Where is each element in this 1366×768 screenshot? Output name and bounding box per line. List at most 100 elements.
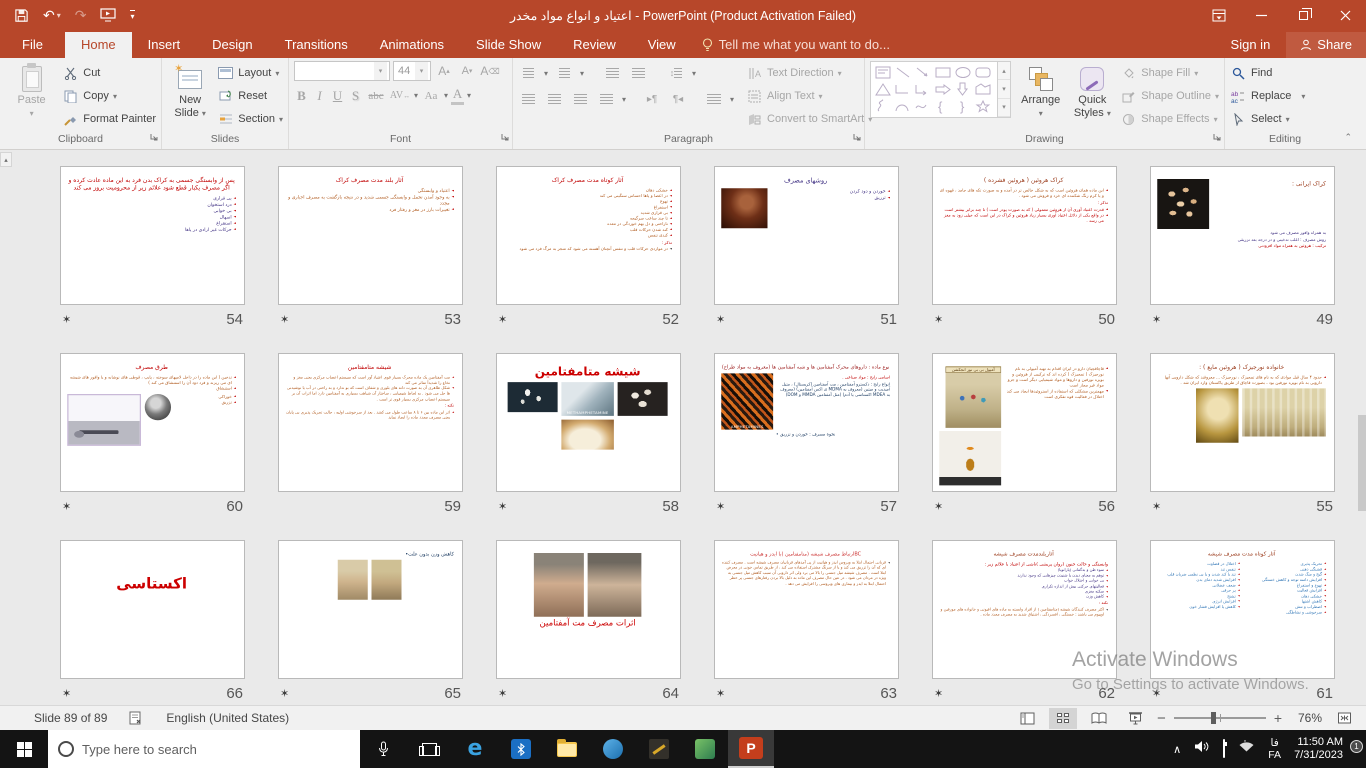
save-icon[interactable] <box>14 8 29 23</box>
tab-home[interactable]: Home <box>65 32 132 58</box>
start-slideshow-icon[interactable] <box>100 8 116 22</box>
slide-number: 53 <box>444 311 461 328</box>
task-view-button[interactable] <box>406 730 452 768</box>
ribbon-display-options-icon[interactable] <box>1198 0 1240 30</box>
slide-cell-51: روشهای مصرف◄خوردن و دود کردن◄تزریق✶51 <box>714 166 899 328</box>
slide-thumbnail-62[interactable]: آثاربلندمدت مصرف شیشهوابستگی و حالت جنون… <box>932 540 1117 679</box>
fit-slide-to-window-button[interactable] <box>1330 708 1358 729</box>
dictation-button[interactable] <box>360 730 406 768</box>
slide-thumbnail-56[interactable]: ◄قاچاقچیان دارو در ایران اقدام به تهیه آ… <box>932 353 1117 492</box>
tab-transitions[interactable]: Transitions <box>269 32 364 58</box>
find-button[interactable]: Find <box>1230 63 1305 83</box>
slide-thumbnail-61[interactable]: آثار کوتاه مدت مصرف شیشه◄تحریک پذیری◄قشن… <box>1150 540 1335 679</box>
tray-chevron-icon[interactable]: ∧ <box>1173 743 1181 756</box>
slide-thumbnail-54[interactable]: پس از وابستگی جسمی به کراک بدن فرد به ای… <box>60 166 245 305</box>
minimize-button[interactable] <box>1240 0 1282 30</box>
copy-button[interactable]: Copy▾ <box>62 86 156 106</box>
layout-button[interactable]: Layout▾ <box>217 63 283 83</box>
slide-media-row: METHAMPHETAMINE <box>503 382 672 450</box>
tab-animations[interactable]: Animations <box>364 32 460 58</box>
tab-insert[interactable]: Insert <box>132 32 197 58</box>
shapes-scroll-up-icon[interactable]: ▴ <box>998 62 1010 80</box>
share-button[interactable]: Share <box>1286 32 1366 58</box>
language-indicator[interactable]: English (United States) <box>166 711 289 725</box>
slide-thumbnail-59[interactable]: شیشه متامفتامین◄مت آمفتامین یک ماده محرک… <box>278 353 463 492</box>
format-painter-button[interactable]: Format Painter <box>62 109 156 129</box>
vertical-scrollbar-thumb[interactable] <box>1358 415 1366 511</box>
taskbar-app-2-button[interactable] <box>636 730 682 768</box>
sign-in-link[interactable]: Sign in <box>1219 32 1283 58</box>
zoom-level[interactable]: 76% <box>1290 711 1322 725</box>
slide-thumbnail-66[interactable]: اکستاسی <box>60 540 245 679</box>
new-slide-button[interactable]: New Slide ▾ <box>167 61 213 120</box>
section-button[interactable]: Section▾ <box>217 109 283 129</box>
slide-thumbnail-55[interactable]: خانواده نورجیزک ( هروئین مایع ) :◄حدود ۴… <box>1150 353 1335 492</box>
search-input[interactable] <box>82 742 312 757</box>
slide-media-row: کراک ایرانی : <box>1157 179 1326 229</box>
slide-sorter-view-button[interactable] <box>1049 708 1077 729</box>
tab-view[interactable]: View <box>632 32 692 58</box>
taskbar-search-box[interactable] <box>48 730 360 768</box>
slide-thumbnail-64[interactable]: اثرات مصرف مت آمفتامین <box>496 540 681 679</box>
slide-thumbnail-58[interactable]: شیشه متامفتامینMETHAMPHETAMINE <box>496 353 681 492</box>
tab-design[interactable]: Design <box>196 32 268 58</box>
taskbar-powerpoint-button[interactable]: P <box>728 730 774 768</box>
replace-button[interactable]: abac Replace▾ <box>1230 86 1305 106</box>
clock[interactable]: 11:50 AM 7/31/2023 <box>1294 736 1343 762</box>
volume-icon[interactable] <box>1194 740 1210 758</box>
tab-file[interactable]: File <box>0 32 65 58</box>
zoom-in-button[interactable]: + <box>1274 710 1282 726</box>
customize-qat-icon[interactable]: ▾ <box>130 10 134 21</box>
taskbar-file-explorer-button[interactable] <box>544 730 590 768</box>
slide-thumbnail-65[interactable]: کاهش وزن بدون علت• <box>278 540 463 679</box>
slide-text: تذکر : <box>939 200 1108 205</box>
zoom-slider[interactable] <box>1174 717 1266 719</box>
tab-slide-show[interactable]: Slide Show <box>460 32 557 58</box>
collapse-ribbon-icon[interactable]: ⌃ <box>1344 132 1352 143</box>
select-button[interactable]: Select▾ <box>1230 109 1305 129</box>
slide-thumbnail-60[interactable]: طرق مصرف◄تدخین ( این ماده را در داخل لام… <box>60 353 245 492</box>
shapes-scroll-down-icon[interactable]: ▾ <box>998 80 1010 98</box>
language-switcher[interactable]: فا FA <box>1268 737 1281 761</box>
slide-thumbnail-53[interactable]: آثار بلند مدت مصرف کراک◄اعتیاد و وابستگی… <box>278 166 463 305</box>
quick-styles-icon <box>1080 67 1104 91</box>
shapes-gallery[interactable]: {} <box>870 61 998 118</box>
slide-show-view-button[interactable] <box>1121 708 1149 729</box>
battery-icon[interactable] <box>1223 740 1225 758</box>
cut-button[interactable]: Cut <box>62 63 156 83</box>
slide-thumbnail-49[interactable]: کراک ایرانی :به همراه وافور مصرف می شودر… <box>1150 166 1335 305</box>
drawing-dialog-launcher-icon[interactable] <box>1213 131 1221 146</box>
normal-view-button[interactable] <box>1013 708 1041 729</box>
taskbar-app-1-button[interactable] <box>590 730 636 768</box>
taskbar-app-3-button[interactable] <box>682 730 728 768</box>
font-dialog-launcher-icon[interactable] <box>501 131 509 146</box>
slide-thumbnail-50[interactable]: کراک هروئین ( هروئین فشرده )◄این ماده هم… <box>932 166 1117 305</box>
tab-review[interactable]: Review <box>557 32 632 58</box>
restore-button[interactable] <box>1282 0 1324 30</box>
undo-icon[interactable]: ↶▾ <box>43 7 61 24</box>
quick-styles-button[interactable]: Quick Styles ▾ <box>1070 61 1114 120</box>
shapes-more-icon[interactable]: ▾ <box>998 99 1010 117</box>
layout-icon <box>218 67 233 79</box>
reset-button[interactable]: Reset <box>217 86 283 106</box>
wifi-icon[interactable]: * <box>1238 740 1255 758</box>
paragraph-dialog-launcher-icon[interactable] <box>853 131 861 146</box>
tell-me-box[interactable]: Tell me what you want to do... <box>692 32 900 58</box>
slide-thumbnail-57[interactable]: نوع ماده : داروهای محرک آمفتامین ها و شب… <box>714 353 899 492</box>
clipboard-dialog-launcher-icon[interactable] <box>150 131 158 146</box>
taskbar-bluetooth-button[interactable] <box>498 730 544 768</box>
spellcheck-icon[interactable] <box>129 711 144 725</box>
paste-icon <box>22 66 42 92</box>
reading-view-button[interactable] <box>1085 708 1113 729</box>
scrollbar-up-icon[interactable]: ▴ <box>0 152 12 167</box>
arrange-button[interactable]: Arrange▾ <box>1015 61 1066 120</box>
taskbar-edge-button[interactable]: e <box>452 730 498 768</box>
zoom-out-button[interactable]: − <box>1157 710 1166 727</box>
slide-thumbnail-52[interactable]: آثار کوتاه مدت مصرف کراک◄خشکی دهان◄در اع… <box>496 166 681 305</box>
slide-thumbnail-51[interactable]: روشهای مصرف◄خوردن و دود کردن◄تزریق <box>714 166 899 305</box>
start-button[interactable] <box>0 730 48 768</box>
close-button[interactable] <box>1324 0 1366 30</box>
slide-thumbnail-63[interactable]: BCارتباط مصرف شیشه (متامفتامین )با ایدز … <box>714 540 899 679</box>
crack-rocks-image <box>1157 179 1209 229</box>
bullet-marker-icon: ◄ <box>670 200 672 204</box>
